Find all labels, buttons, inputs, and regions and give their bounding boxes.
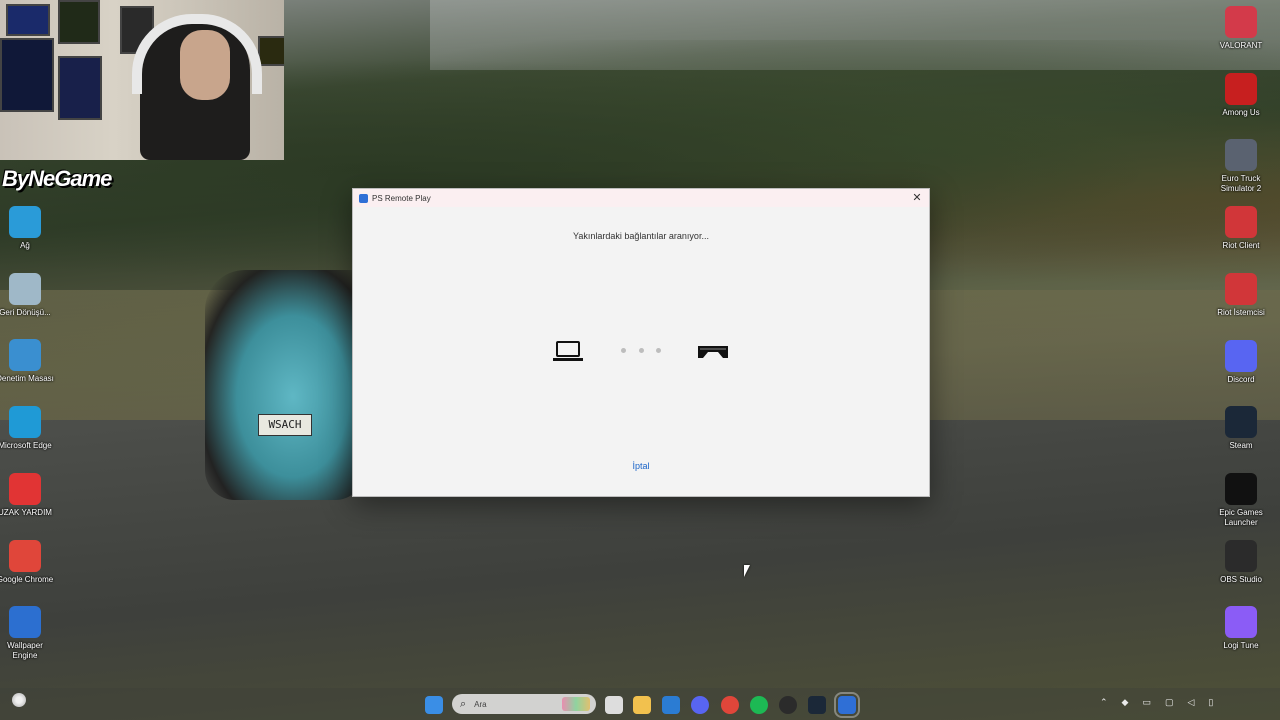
desktop-shortcut-edge[interactable]: Microsoft Edge [0,406,55,451]
taskbar-search[interactable]: ⌕ Ara [452,694,596,714]
desktop-shortcut-obs[interactable]: OBS Studio [1211,539,1271,585]
start-icon[interactable] [425,696,443,714]
desktop-shortcut-logi-tune[interactable]: Logi Tune [1211,606,1271,651]
wall-poster [6,4,50,36]
ps-remote-play-window: PS Remote Play ✕ Yakınlardaki bağlantıla… [352,188,930,497]
desktop-shortcut-label: Euro Truck Simulator 2 [1220,174,1262,194]
webcam-overlay [0,0,284,160]
wall-poster [258,36,284,66]
desktop-shortcut-label: Google Chrome [0,574,54,584]
riot-client-icon [1225,272,1257,305]
desktop-shortcut-label: Logi Tune [1223,641,1259,651]
window-title: PS Remote Play [372,193,431,203]
weather-icon [12,693,26,707]
desktop-shortcut-label: Discord [1227,374,1255,384]
recycle-bin-icon [9,272,41,305]
desktop-shortcut-riot-client[interactable]: Riot İstemcisi [1211,272,1271,318]
desktop-shortcut-label: Riot Client [1222,241,1260,251]
ps-remote-play-taskbar-icon[interactable] [834,692,860,718]
desktop-shortcut-recycle-bin[interactable]: Geri Dönüşü... [0,272,55,318]
spotify-icon[interactable] [750,696,768,714]
desktop-shortcut-label: Denetim Masası [0,374,54,384]
search-highlight-image [562,697,590,711]
obs-taskbar-icon[interactable] [779,696,797,714]
desktop-shortcut-network[interactable]: Ağ [0,206,55,251]
chrome-icon [9,539,41,572]
among-us-icon [1225,72,1257,105]
desktop-shortcut-label: Steam [1229,441,1253,451]
desktop-shortcut-label: Ağ [20,241,30,250]
desktop-shortcut-label: Geri Dönüşü... [0,307,51,317]
tray-app-icon[interactable]: ◆ [1122,697,1129,708]
network-tray-icon[interactable]: ▭ [1142,697,1151,708]
euro-truck-icon [1225,139,1257,172]
logi-tune-icon [1225,606,1257,639]
laptop-icon [553,341,583,363]
car-license-plate: WSACH [258,414,312,436]
chevron-up-icon[interactable]: ⌃ [1100,697,1108,708]
valorant-icon [1225,6,1257,38]
desktop-shortcut-steam[interactable]: Steam [1211,406,1271,451]
store-icon[interactable] [662,696,680,714]
chrome-taskbar-icon[interactable] [721,696,739,714]
desktop-shortcut-label: Microsoft Edge [0,441,52,451]
desktop-shortcut-label: Among Us [1222,107,1260,117]
status-text: Yakınlardaki bağlantılar aranıyor... [573,231,709,241]
file-explorer-icon[interactable] [633,696,651,714]
desktop-shortcut-euro-truck[interactable]: Euro Truck Simulator 2 [1211,139,1271,194]
wall-poster [58,0,100,44]
remote-help-icon [9,472,41,505]
task-view-icon[interactable] [605,696,623,714]
desktop-shortcut-discord[interactable]: Discord [1211,339,1271,385]
steam-icon [1225,406,1257,439]
obs-icon [1225,539,1257,572]
edge-icon [9,406,41,439]
display-tray-icon[interactable]: ▢ [1165,697,1174,708]
volume-icon[interactable]: ◁ [1188,697,1195,708]
system-tray: ⌃ ◆ ▭ ▢ ◁ ▯ [1100,697,1213,708]
desktop-shortcut-label: OBS Studio [1220,574,1262,584]
desktop-shortcut-among-us[interactable]: Among Us [1211,72,1271,118]
desktop-shortcut-label: VALORANT [1219,41,1263,50]
channel-logo: ByNeGame [2,166,112,191]
control-panel-icon [9,339,41,372]
ps5-console-icon [698,346,728,358]
riot-client-icon [1225,206,1257,239]
desktop-shortcut-label: Riot İstemcisi [1217,307,1265,317]
desktop-shortcut-chrome[interactable]: Google Chrome [0,539,55,585]
search-icon: ⌕ [460,697,467,710]
desktop-shortcut-riot-client[interactable]: Riot Client [1211,206,1271,251]
desktop-shortcut-label: UZAK YARDIM [0,507,52,517]
mouse-cursor [744,565,750,577]
wallpaper-car [205,270,365,500]
progress-dot [621,348,626,353]
battery-icon[interactable]: ▯ [1208,697,1213,708]
progress-dot [656,348,661,353]
epic-games-icon [1225,472,1257,505]
progress-dot [638,348,644,353]
wallpaper-engine-icon [9,606,41,639]
window-titlebar[interactable]: PS Remote Play ✕ [353,189,929,207]
close-button[interactable]: ✕ [909,190,925,206]
desktop-shortcut-valorant[interactable]: VALORANT [1211,6,1271,51]
discord-taskbar-icon[interactable] [691,696,709,714]
ps-remote-play-app-icon [359,193,368,203]
discord-icon [1225,339,1257,372]
wall-poster [0,38,54,112]
desktop-shortcut-epic-games[interactable]: Epic Games Launcher [1211,472,1271,528]
desktop-shortcut-remote-help[interactable]: UZAK YARDIM [0,472,55,518]
wall-poster [58,56,102,120]
cancel-button[interactable]: İptal [353,461,929,471]
desktop-shortcut-label: Epic Games Launcher [1219,507,1263,527]
connecting-dots [621,348,661,353]
network-icon [9,206,41,238]
search-placeholder: Ara [474,699,487,709]
desktop-shortcut-control-panel[interactable]: Denetim Masası [0,339,55,384]
steam-taskbar-icon[interactable] [808,696,826,714]
weather-widget[interactable] [12,693,32,707]
desktop-shortcut-wallpaper-engine[interactable]: Wallpaper Engine [0,606,55,661]
desktop-shortcut-label: Wallpaper Engine [7,641,43,661]
